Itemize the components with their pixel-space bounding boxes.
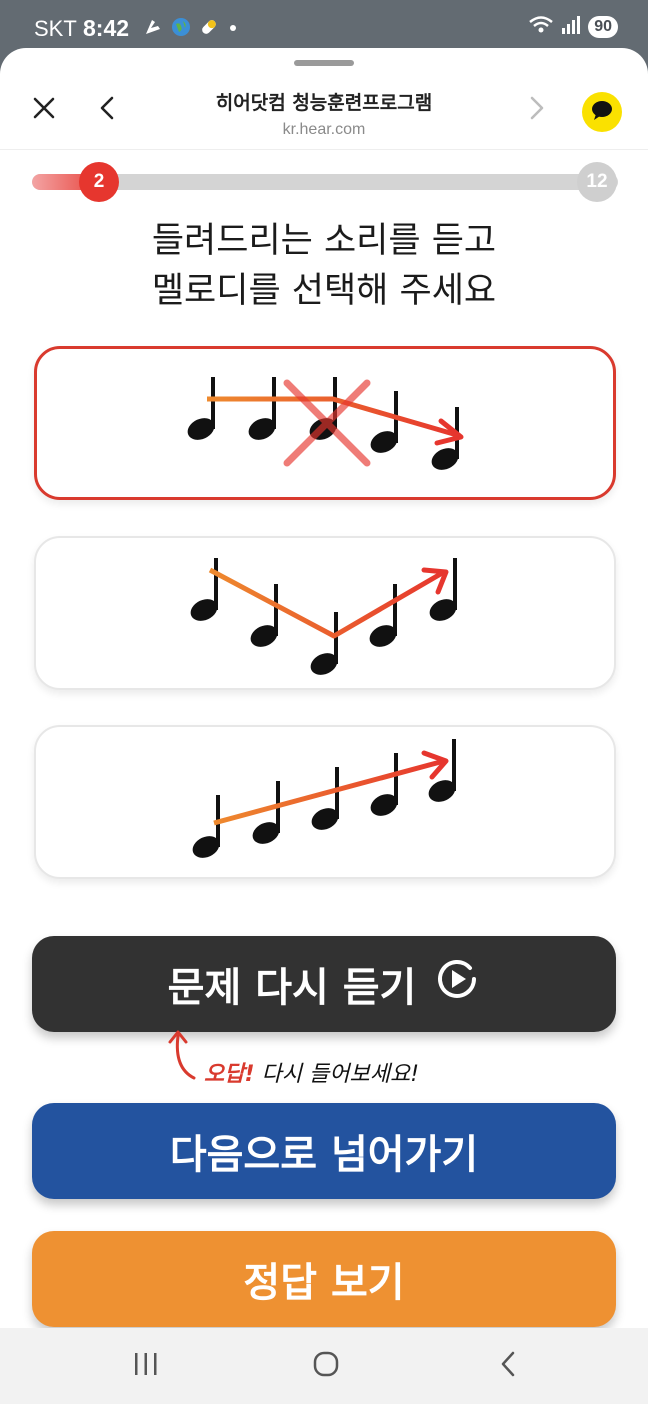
bottom-sheet: 히어닷컴 청능훈련프로그램 kr.hear.com 2 12 들려드리는 소리를… (0, 48, 648, 1328)
melody-graphic-2 (190, 558, 457, 675)
question-line-2: 멜로디를 선택해 주세요 (151, 271, 497, 311)
forward-icon (523, 95, 549, 125)
clock: 8:42 (83, 15, 130, 41)
globe-icon (170, 16, 192, 43)
progress-bar: 2 12 (32, 162, 618, 202)
home-button[interactable] (306, 1348, 346, 1384)
recents-icon (132, 1351, 160, 1381)
header-divider (0, 149, 648, 150)
battery-indicator: 90 (588, 16, 618, 38)
next-button[interactable]: 다음으로 넘어가기 (32, 1103, 616, 1199)
play-circle-icon (434, 956, 480, 1012)
system-nav-bar (0, 1328, 648, 1404)
melody-graphic-3 (192, 739, 456, 858)
system-back-button[interactable] (488, 1348, 528, 1384)
question-text: 들려드리는 소리를 듣고 멜로디를 선택해 주세요 (0, 216, 648, 316)
dot-icon (226, 16, 240, 43)
kakaotalk-icon (590, 99, 614, 125)
melody-option-3[interactable] (34, 725, 616, 879)
notification-icon (142, 16, 164, 43)
wrong-hint: 오답! 다시 들어보세요! (168, 1016, 570, 1096)
hint-wrong-text: 오답! (204, 1062, 255, 1087)
show-answer-button[interactable]: 정답 보기 (32, 1231, 616, 1327)
progress-current: 2 (79, 162, 119, 202)
hint-rest-text: 다시 들어보세요! (261, 1062, 420, 1087)
signal-icon (560, 14, 582, 40)
progress-total: 12 (577, 162, 617, 202)
browser-header: 히어닷컴 청능훈련프로그램 kr.hear.com (0, 78, 648, 150)
status-bar: SKT 8:42 90 (0, 0, 648, 48)
pill-icon (198, 16, 220, 43)
progress-track (32, 174, 618, 190)
wifi-icon (528, 14, 554, 40)
question-line-1: 들려드리는 소리를 듣고 (151, 221, 497, 261)
kakaotalk-button[interactable] (582, 92, 622, 132)
melody-graphic-1 (187, 377, 464, 470)
sheet-grabber[interactable] (294, 60, 354, 66)
system-back-icon (495, 1350, 521, 1382)
melody-option-1[interactable] (34, 346, 616, 500)
carrier-label: SKT (34, 16, 77, 41)
recents-button[interactable] (126, 1348, 166, 1384)
replay-label: 문제 다시 듣기 (167, 965, 417, 1011)
forward-button[interactable] (516, 90, 556, 130)
home-icon (311, 1349, 341, 1383)
melody-option-2[interactable] (34, 536, 616, 690)
